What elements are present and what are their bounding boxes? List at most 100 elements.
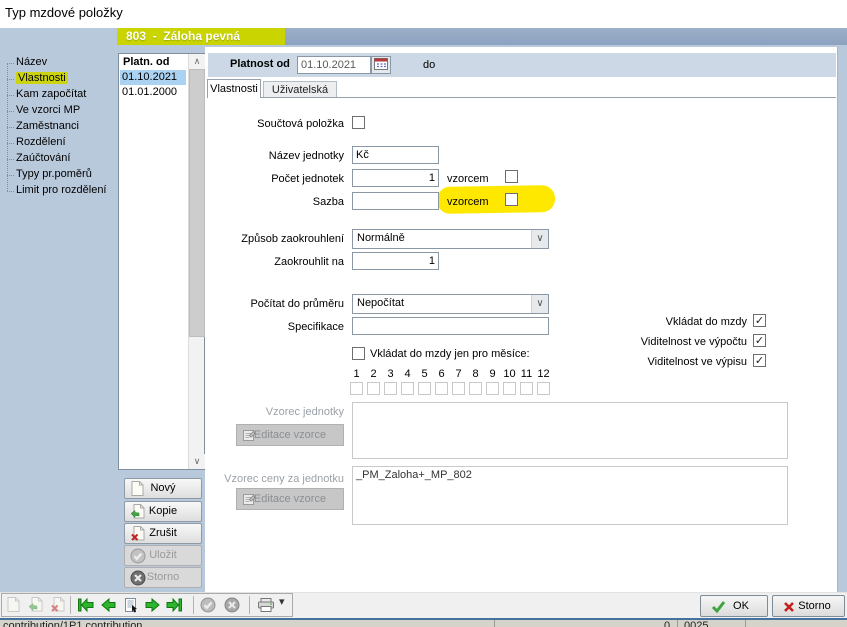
status-separator — [745, 620, 746, 627]
check-icon: ✓ — [755, 355, 764, 367]
scroll-down-icon[interactable]: ∨ — [189, 454, 205, 469]
scroll-up-icon[interactable]: ∧ — [189, 54, 205, 69]
month-number: 1 — [349, 368, 364, 380]
validity-from-date-input[interactable] — [297, 56, 371, 74]
sidebar-item-kam-zapocitat[interactable]: Kam započítat — [7, 87, 115, 103]
last-record-icon[interactable] — [166, 597, 183, 616]
visibility-print-checkbox[interactable]: ✓ — [753, 354, 766, 367]
save-record-button: Uložit — [124, 545, 202, 566]
rate-input[interactable] — [352, 192, 439, 210]
new-record-button[interactable]: Nový — [124, 478, 202, 499]
unit-formula-label: Vzorec jednotky — [144, 406, 344, 418]
status-separator — [494, 620, 495, 627]
month-number: 12 — [536, 368, 551, 380]
status-code: 0025 — [684, 620, 708, 627]
insert-to-wage-checkbox[interactable]: ✓ — [753, 314, 766, 327]
visibility-calc-label: Viditelnost ve výpočtu — [547, 336, 747, 348]
month-checkbox-12 — [537, 382, 550, 395]
months-enable-checkbox[interactable] — [352, 347, 365, 360]
sidebar-item-vlastnosti[interactable]: Vlastnosti — [7, 71, 115, 87]
toolbar-separator — [193, 596, 194, 614]
first-record-icon[interactable] — [77, 597, 94, 616]
rate-label: Sazba — [144, 196, 344, 208]
round-to-input[interactable] — [352, 252, 439, 270]
sum-item-checkbox[interactable] — [352, 116, 365, 129]
sidebar-item-ve-vzorci-mp[interactable]: Ve vzorci MP — [7, 103, 115, 119]
ok-button[interactable]: OK — [700, 595, 768, 617]
print-menu-caret-icon[interactable]: ▾ — [279, 595, 285, 608]
unit-name-label: Název jednotky — [144, 150, 344, 162]
status-left-text: contribution/1P1 contribution — [3, 620, 142, 627]
calendar-button[interactable] — [371, 56, 391, 74]
toolbar-save-icon — [200, 597, 216, 616]
print-icon[interactable] — [257, 597, 275, 616]
month-number: 8 — [468, 368, 483, 380]
cancel-x-icon — [130, 570, 146, 593]
next-record-icon[interactable] — [144, 597, 161, 616]
unit-count-formula-label: vzorcem — [447, 173, 489, 185]
month-number: 11 — [519, 368, 534, 380]
list-item[interactable]: 01.10.2021 — [120, 70, 186, 85]
edit-unit-formula-button: Editace vzorce — [236, 424, 344, 446]
tree-connector-line — [7, 63, 8, 191]
month-checkbox-6 — [435, 382, 448, 395]
sidebar-item-zamestnanci[interactable]: Zaměstnanci — [7, 119, 115, 135]
chevron-down-icon[interactable]: ∨ — [531, 230, 548, 248]
rounding-method-select[interactable]: Normálně ∨ — [352, 229, 549, 249]
chevron-down-icon[interactable]: ∨ — [531, 295, 548, 313]
month-number: 2 — [366, 368, 381, 380]
month-number: 7 — [451, 368, 466, 380]
record-list-icon[interactable] — [123, 597, 139, 616]
sidebar-item-zauctovani[interactable]: Zaúčtování — [7, 151, 115, 167]
rate-formula-checkbox[interactable] — [505, 193, 518, 206]
month-number: 5 — [417, 368, 432, 380]
unit-formula-textarea — [352, 402, 788, 459]
status-bar: contribution/1P1 contribution 0 0025 — [0, 618, 847, 627]
toolbar-delete-icon — [50, 597, 65, 615]
unit-count-input[interactable] — [352, 169, 439, 187]
sidebar-tree: Název Vlastnosti Kam započítat Ve vzorci… — [7, 55, 115, 199]
toolbar-copy-icon — [28, 597, 43, 615]
rounding-method-label: Způsob zaokrouhlení — [144, 233, 344, 245]
specification-label: Specifikace — [144, 321, 344, 333]
month-number: 9 — [485, 368, 500, 380]
month-number: 4 — [400, 368, 415, 380]
tab-divider — [207, 97, 836, 98]
month-checkbox-11 — [520, 382, 533, 395]
visibility-calc-checkbox[interactable]: ✓ — [753, 334, 766, 347]
sidebar-item-nazev[interactable]: Název — [7, 55, 115, 71]
average-select[interactable]: Nepočítat ∨ — [352, 294, 549, 314]
rate-formula-label: vzorcem — [447, 196, 489, 208]
copy-record-button[interactable]: Kopie — [124, 501, 202, 522]
edit-formula-icon — [242, 428, 256, 449]
sidebar-item-limit-pro-rozdeleni[interactable]: Limit pro rozdělení — [7, 183, 115, 199]
price-formula-textarea: _PM_Zaloha+_MP_802 — [352, 466, 788, 525]
average-value: Nepočítat — [357, 297, 404, 309]
specification-input[interactable] — [352, 317, 549, 335]
toolbar-separator — [70, 596, 71, 614]
unit-name-input[interactable] — [352, 146, 439, 164]
check-icon: ✓ — [755, 315, 764, 327]
storno-x-icon — [783, 600, 795, 620]
list-item[interactable]: 01.01.2000 — [120, 85, 186, 100]
toolbar-storno-icon — [224, 597, 240, 616]
storno-button[interactable]: Storno — [772, 595, 845, 617]
unit-count-formula-checkbox[interactable] — [505, 170, 518, 183]
sidebar-item-typy-pr-pomeru[interactable]: Typy pr.poměrů — [7, 167, 115, 183]
validity-from-label: Platnost od — [230, 58, 290, 70]
calendar-icon — [374, 61, 388, 73]
month-checkbox-2 — [367, 382, 380, 395]
edit-formula-icon — [242, 492, 256, 513]
delete-record-button[interactable]: Zrušit — [124, 523, 202, 544]
tab-vlastnosti[interactable]: Vlastnosti — [207, 79, 261, 98]
month-checkbox-4 — [401, 382, 414, 395]
status-separator — [677, 620, 678, 627]
tab-uzivatelska[interactable]: Uživatelská — [263, 81, 337, 98]
months-enable-label: Vkládat do mzdy jen pro měsíce: — [370, 348, 530, 360]
average-label: Počítat do průměru — [144, 298, 344, 310]
window-title: Typ mzdové položky — [5, 5, 123, 20]
sidebar-item-rozdeleni[interactable]: Rozdělení — [7, 135, 115, 151]
prev-record-icon[interactable] — [100, 597, 117, 616]
check-icon: ✓ — [755, 335, 764, 347]
validity-to-label: do — [423, 59, 435, 71]
